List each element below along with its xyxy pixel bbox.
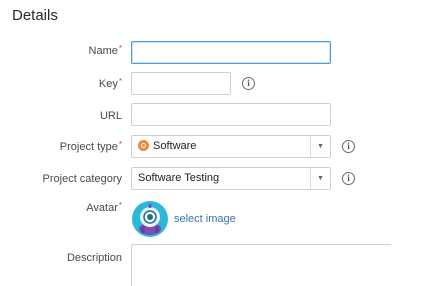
robot-avatar-icon (139, 204, 161, 235)
software-icon (138, 140, 149, 151)
key-input[interactable] (131, 72, 231, 95)
info-icon[interactable]: i (342, 140, 355, 153)
description-label: Description (66, 252, 122, 264)
required-marker: * (118, 44, 122, 53)
info-icon[interactable]: i (342, 172, 355, 185)
required-marker: * (118, 201, 122, 210)
chevron-down-icon[interactable]: ▼ (310, 136, 330, 157)
info-icon[interactable]: i (242, 77, 255, 90)
url-label: URL (99, 110, 122, 122)
project-category-label: Project category (42, 173, 122, 185)
name-input[interactable] (131, 41, 331, 64)
avatar-label: Avatar* (86, 201, 122, 214)
required-marker: * (118, 77, 122, 86)
project-type-select[interactable]: Software ▼ (131, 135, 331, 158)
name-label: Name* (88, 44, 122, 57)
description-textarea[interactable] (131, 244, 391, 286)
key-label: Key* (98, 77, 122, 90)
project-category-value: Software Testing (138, 172, 220, 184)
section-title: Details (12, 7, 58, 24)
select-image-link[interactable]: select image (174, 213, 236, 225)
chevron-down-icon[interactable]: ▼ (310, 168, 330, 189)
url-input[interactable] (131, 103, 331, 126)
avatar-image[interactable] (132, 201, 168, 237)
project-type-label: Project type* (59, 140, 122, 153)
required-marker: * (118, 140, 122, 149)
project-type-value: Software (153, 140, 197, 152)
project-category-select[interactable]: Software Testing ▼ (131, 167, 331, 190)
